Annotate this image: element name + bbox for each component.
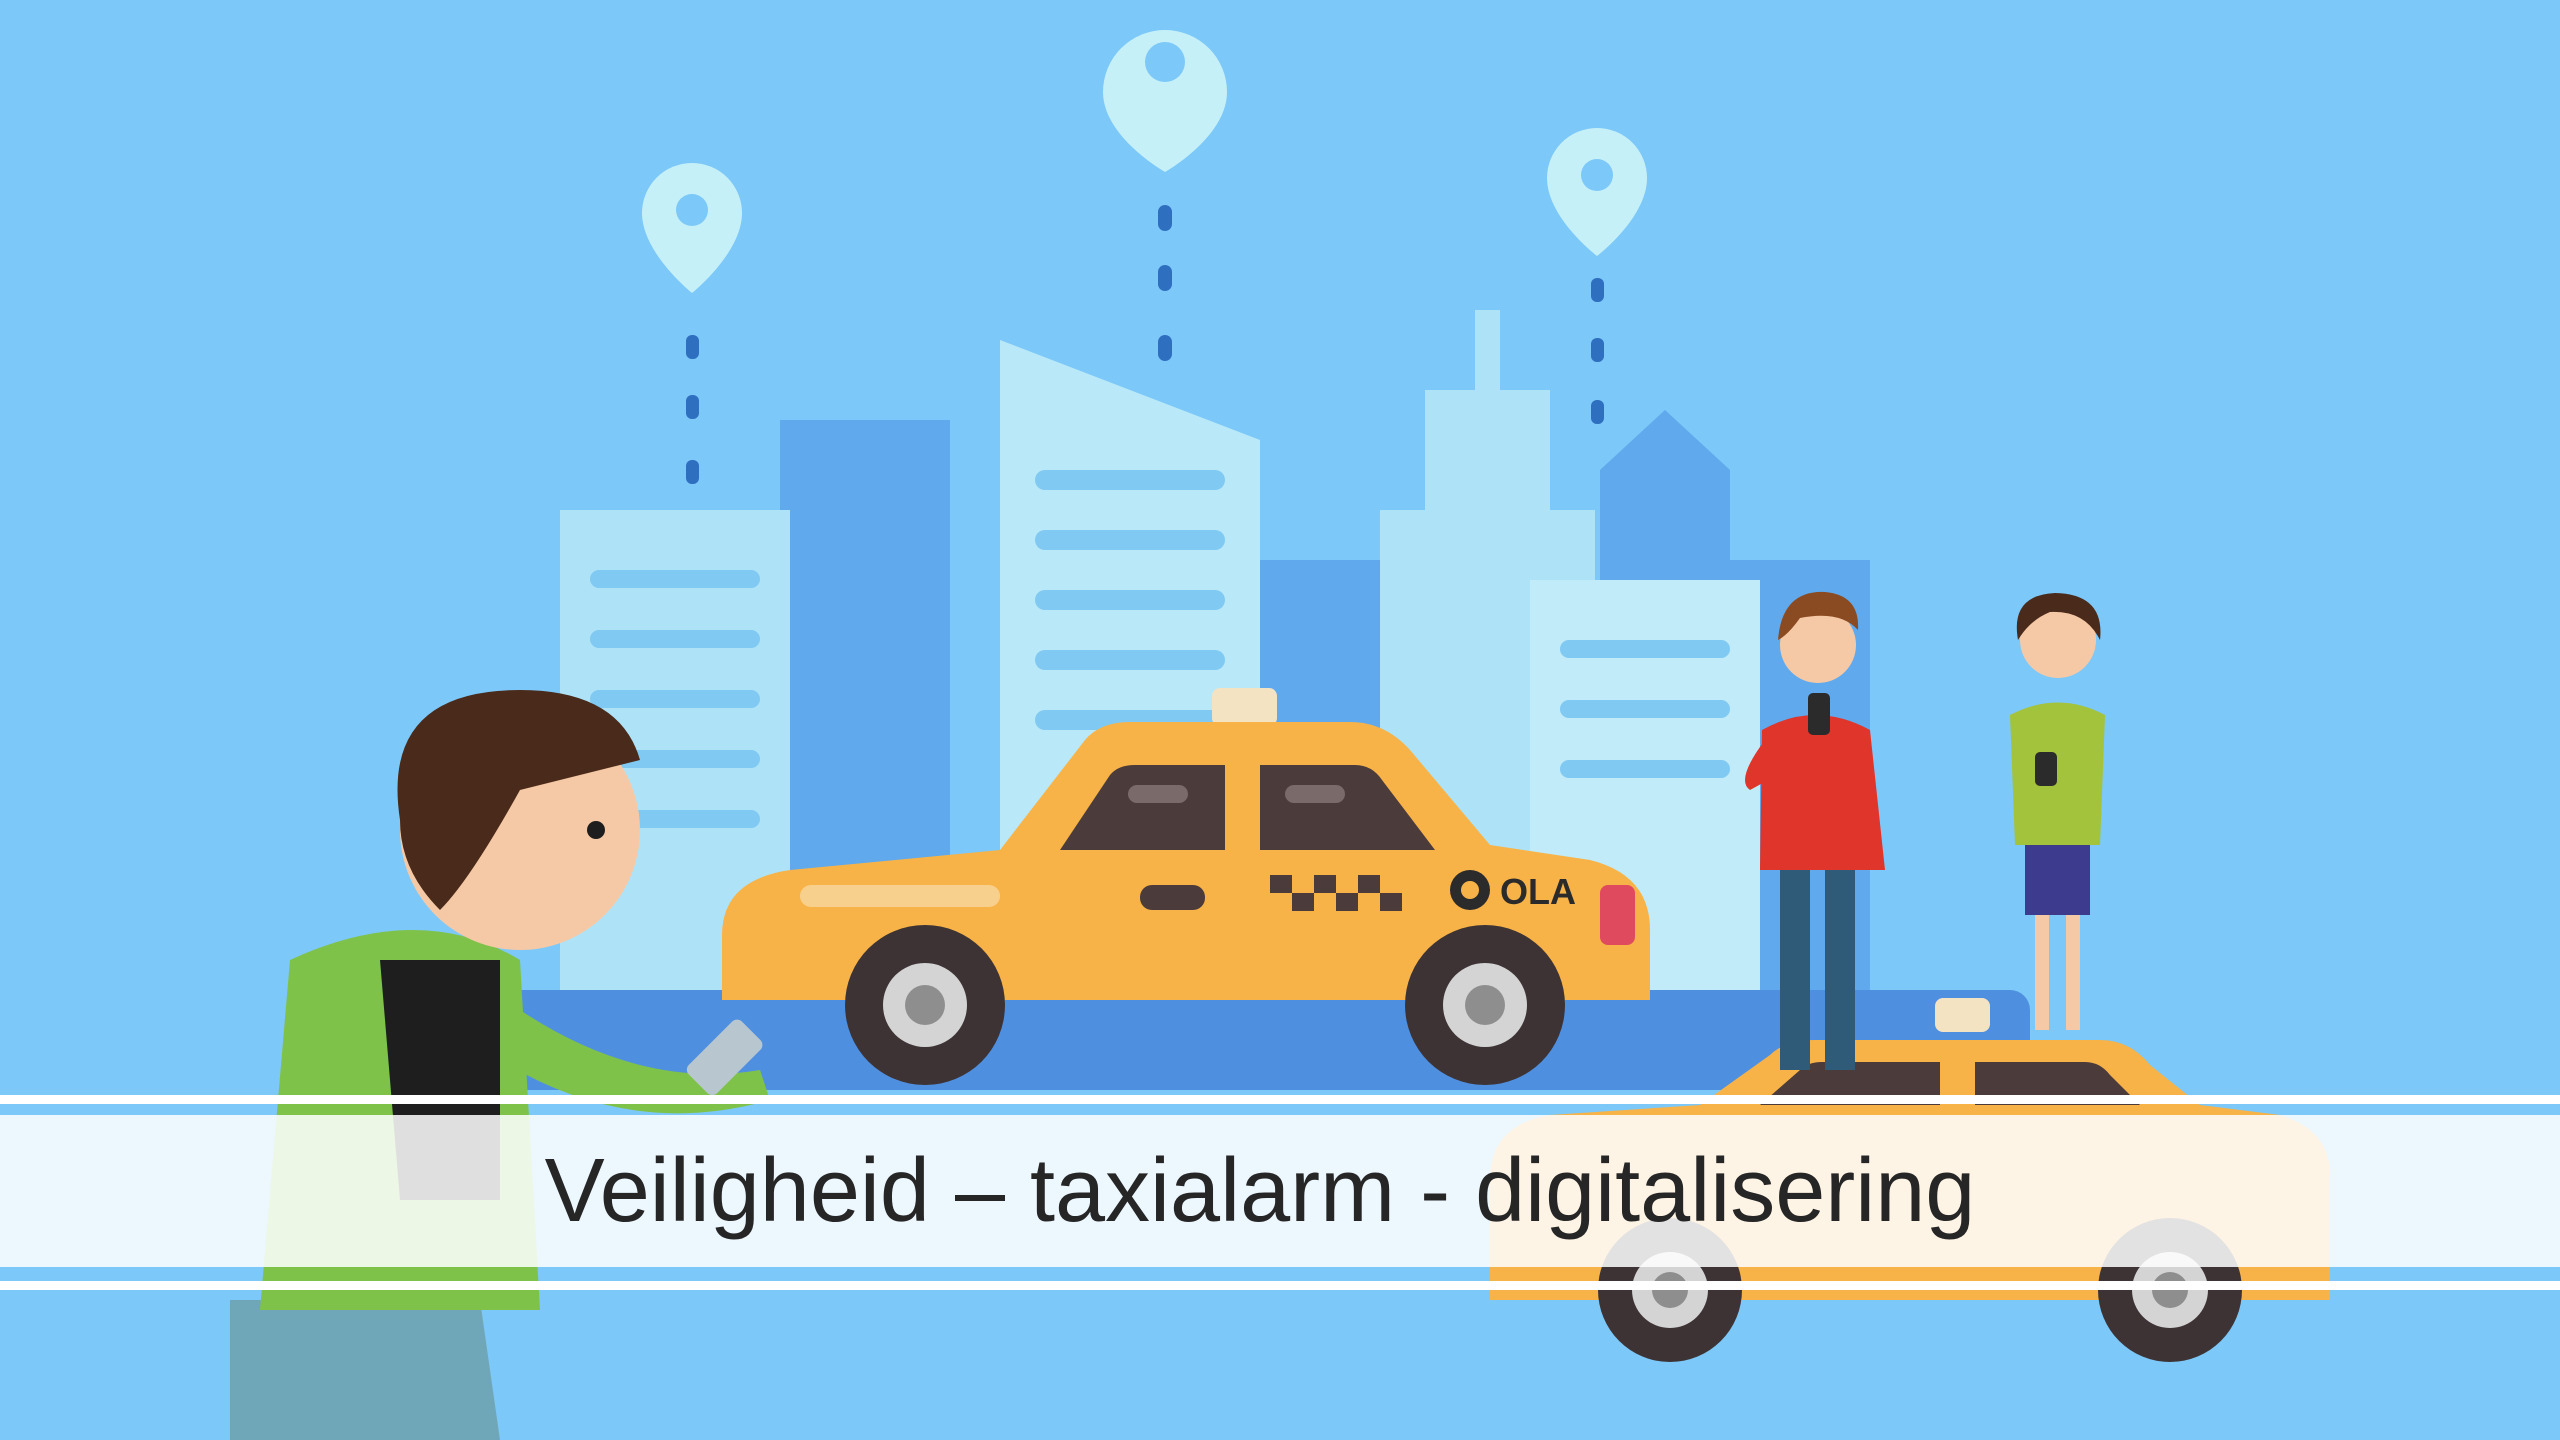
- divider-line-bottom: [0, 1281, 2560, 1290]
- slide-title: Veiligheid – taxialarm - digitalisering: [544, 1141, 1976, 1241]
- slide: OLA Veiligheid – taxialarm - digitaliser…: [0, 0, 2560, 1440]
- smartphone-icon: [2035, 752, 2057, 786]
- divider-line-top: [0, 1095, 2560, 1104]
- smartphone-icon: [1808, 693, 1830, 735]
- ola-logo: OLA: [1500, 871, 1576, 912]
- title-band: Veiligheid – taxialarm - digitalisering: [0, 1095, 2560, 1295]
